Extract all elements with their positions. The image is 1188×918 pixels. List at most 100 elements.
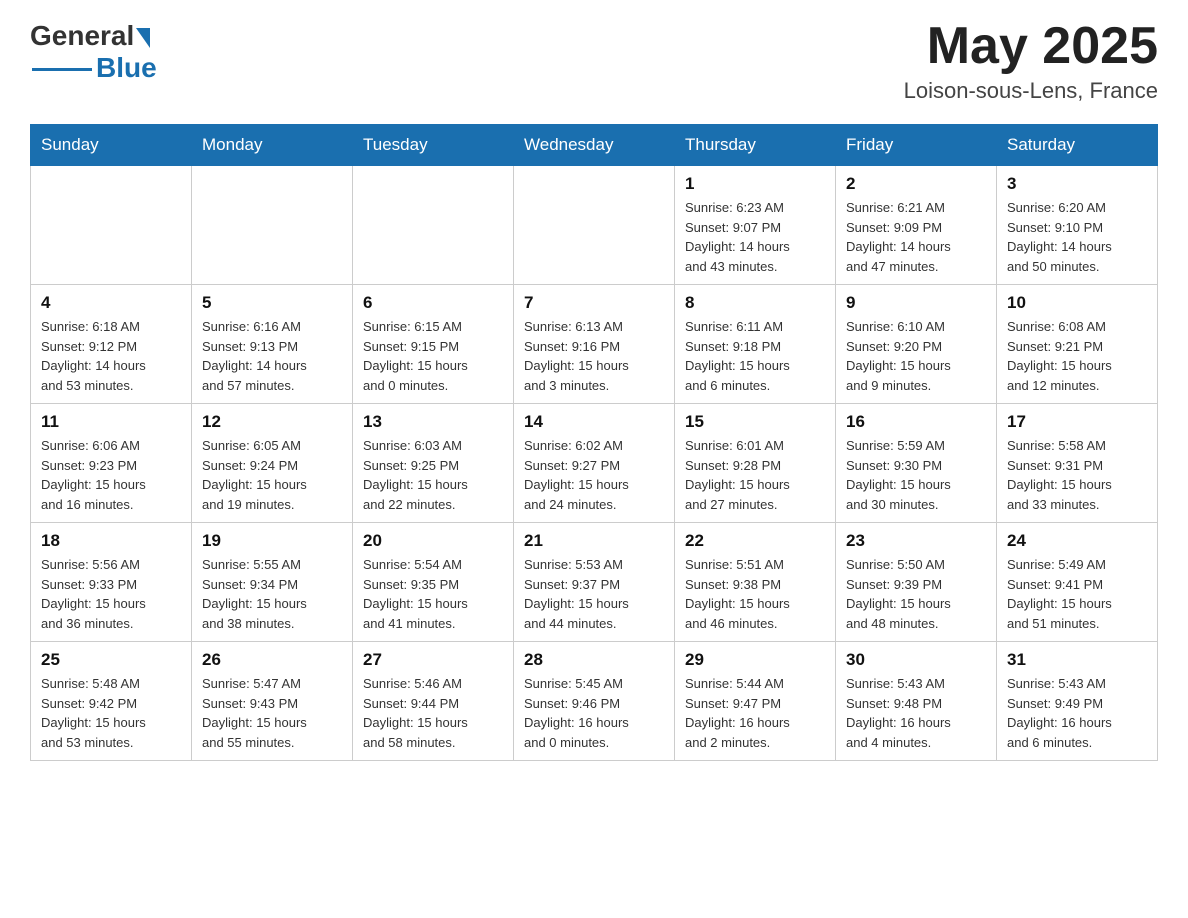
day-info: Sunrise: 5:59 AMSunset: 9:30 PMDaylight:… [846, 436, 986, 514]
day-number: 19 [202, 531, 342, 551]
week-row-5: 25 Sunrise: 5:48 AMSunset: 9:42 PMDayligh… [31, 642, 1158, 761]
logo-blue-text: Blue [96, 52, 157, 84]
day-number: 7 [524, 293, 664, 313]
day-number: 21 [524, 531, 664, 551]
day-info: Sunrise: 5:48 AMSunset: 9:42 PMDaylight:… [41, 674, 181, 752]
week-row-4: 18 Sunrise: 5:56 AMSunset: 9:33 PMDayligh… [31, 523, 1158, 642]
day-info: Sunrise: 5:44 AMSunset: 9:47 PMDaylight:… [685, 674, 825, 752]
table-cell: 19 Sunrise: 5:55 AMSunset: 9:34 PMDayligh… [192, 523, 353, 642]
table-cell: 9 Sunrise: 6:10 AMSunset: 9:20 PMDaylight… [836, 285, 997, 404]
day-number: 6 [363, 293, 503, 313]
day-number: 22 [685, 531, 825, 551]
week-row-3: 11 Sunrise: 6:06 AMSunset: 9:23 PMDayligh… [31, 404, 1158, 523]
table-cell: 6 Sunrise: 6:15 AMSunset: 9:15 PMDaylight… [353, 285, 514, 404]
table-cell: 21 Sunrise: 5:53 AMSunset: 9:37 PMDayligh… [514, 523, 675, 642]
week-row-2: 4 Sunrise: 6:18 AMSunset: 9:12 PMDaylight… [31, 285, 1158, 404]
day-info: Sunrise: 5:58 AMSunset: 9:31 PMDaylight:… [1007, 436, 1147, 514]
weekday-header-wednesday: Wednesday [514, 125, 675, 166]
day-number: 25 [41, 650, 181, 670]
day-info: Sunrise: 6:08 AMSunset: 9:21 PMDaylight:… [1007, 317, 1147, 395]
day-number: 4 [41, 293, 181, 313]
day-info: Sunrise: 5:53 AMSunset: 9:37 PMDaylight:… [524, 555, 664, 633]
table-cell: 15 Sunrise: 6:01 AMSunset: 9:28 PMDayligh… [675, 404, 836, 523]
day-number: 27 [363, 650, 503, 670]
table-cell: 29 Sunrise: 5:44 AMSunset: 9:47 PMDayligh… [675, 642, 836, 761]
table-cell: 23Sunrise: 5:50 AMSunset: 9:39 PMDayligh… [836, 523, 997, 642]
day-number: 26 [202, 650, 342, 670]
table-cell: 12Sunrise: 6:05 AMSunset: 9:24 PMDayligh… [192, 404, 353, 523]
day-info: Sunrise: 6:06 AMSunset: 9:23 PMDaylight:… [41, 436, 181, 514]
weekday-header-thursday: Thursday [675, 125, 836, 166]
table-cell: 26 Sunrise: 5:47 AMSunset: 9:43 PMDayligh… [192, 642, 353, 761]
table-cell [353, 166, 514, 285]
day-number: 29 [685, 650, 825, 670]
day-info: Sunrise: 6:20 AMSunset: 9:10 PMDaylight:… [1007, 198, 1147, 276]
table-cell: 20 Sunrise: 5:54 AMSunset: 9:35 PMDayligh… [353, 523, 514, 642]
day-number: 15 [685, 412, 825, 432]
day-number: 9 [846, 293, 986, 313]
title-block: May 2025 Loison-sous-Lens, France [904, 20, 1158, 104]
day-info: Sunrise: 5:56 AMSunset: 9:33 PMDaylight:… [41, 555, 181, 633]
day-number: 28 [524, 650, 664, 670]
table-cell [514, 166, 675, 285]
day-info: Sunrise: 6:02 AMSunset: 9:27 PMDaylight:… [524, 436, 664, 514]
day-number: 31 [1007, 650, 1147, 670]
table-cell: 13 Sunrise: 6:03 AMSunset: 9:25 PMDayligh… [353, 404, 514, 523]
day-info: Sunrise: 5:51 AMSunset: 9:38 PMDaylight:… [685, 555, 825, 633]
day-info: Sunrise: 5:45 AMSunset: 9:46 PMDaylight:… [524, 674, 664, 752]
day-info: Sunrise: 6:10 AMSunset: 9:20 PMDaylight:… [846, 317, 986, 395]
day-info: Sunrise: 6:21 AMSunset: 9:09 PMDaylight:… [846, 198, 986, 276]
day-number: 23 [846, 531, 986, 551]
logo-line [32, 68, 92, 71]
location-title: Loison-sous-Lens, France [904, 78, 1158, 104]
table-cell: 11 Sunrise: 6:06 AMSunset: 9:23 PMDayligh… [31, 404, 192, 523]
table-cell: 22 Sunrise: 5:51 AMSunset: 9:38 PMDayligh… [675, 523, 836, 642]
day-number: 12 [202, 412, 342, 432]
table-cell: 28 Sunrise: 5:45 AMSunset: 9:46 PMDayligh… [514, 642, 675, 761]
day-info: Sunrise: 6:03 AMSunset: 9:25 PMDaylight:… [363, 436, 503, 514]
weekday-header-row: SundayMondayTuesdayWednesdayThursdayFrid… [31, 125, 1158, 166]
page-header: General Blue May 2025 Loison-sous-Lens, … [30, 20, 1158, 104]
table-cell: 17 Sunrise: 5:58 AMSunset: 9:31 PMDayligh… [997, 404, 1158, 523]
day-info: Sunrise: 5:43 AMSunset: 9:49 PMDaylight:… [1007, 674, 1147, 752]
day-info: Sunrise: 6:23 AMSunset: 9:07 PMDaylight:… [685, 198, 825, 276]
day-number: 5 [202, 293, 342, 313]
day-info: Sunrise: 5:47 AMSunset: 9:43 PMDaylight:… [202, 674, 342, 752]
table-cell: 2 Sunrise: 6:21 AMSunset: 9:09 PMDaylight… [836, 166, 997, 285]
table-cell [31, 166, 192, 285]
logo: General Blue [30, 20, 157, 84]
day-info: Sunrise: 6:13 AMSunset: 9:16 PMDaylight:… [524, 317, 664, 395]
day-info: Sunrise: 6:18 AMSunset: 9:12 PMDaylight:… [41, 317, 181, 395]
table-cell: 10Sunrise: 6:08 AMSunset: 9:21 PMDayligh… [997, 285, 1158, 404]
weekday-header-friday: Friday [836, 125, 997, 166]
table-cell: 8Sunrise: 6:11 AMSunset: 9:18 PMDaylight… [675, 285, 836, 404]
day-info: Sunrise: 6:11 AMSunset: 9:18 PMDaylight:… [685, 317, 825, 395]
day-number: 1 [685, 174, 825, 194]
weekday-header-monday: Monday [192, 125, 353, 166]
day-number: 30 [846, 650, 986, 670]
logo-triangle-icon [136, 28, 150, 48]
day-info: Sunrise: 6:01 AMSunset: 9:28 PMDaylight:… [685, 436, 825, 514]
day-info: Sunrise: 5:54 AMSunset: 9:35 PMDaylight:… [363, 555, 503, 633]
day-info: Sunrise: 5:55 AMSunset: 9:34 PMDaylight:… [202, 555, 342, 633]
table-cell: 27Sunrise: 5:46 AMSunset: 9:44 PMDayligh… [353, 642, 514, 761]
week-row-1: 1 Sunrise: 6:23 AMSunset: 9:07 PMDaylight… [31, 166, 1158, 285]
calendar-table: SundayMondayTuesdayWednesdayThursdayFrid… [30, 124, 1158, 761]
logo-general-text: General [30, 20, 134, 52]
table-cell [192, 166, 353, 285]
table-cell: 25 Sunrise: 5:48 AMSunset: 9:42 PMDayligh… [31, 642, 192, 761]
day-number: 13 [363, 412, 503, 432]
day-info: Sunrise: 5:49 AMSunset: 9:41 PMDaylight:… [1007, 555, 1147, 633]
day-number: 2 [846, 174, 986, 194]
day-number: 17 [1007, 412, 1147, 432]
table-cell: 7 Sunrise: 6:13 AMSunset: 9:16 PMDaylight… [514, 285, 675, 404]
table-cell: 14Sunrise: 6:02 AMSunset: 9:27 PMDayligh… [514, 404, 675, 523]
month-title: May 2025 [904, 20, 1158, 72]
day-number: 11 [41, 412, 181, 432]
table-cell: 31 Sunrise: 5:43 AMSunset: 9:49 PMDayligh… [997, 642, 1158, 761]
table-cell: 18 Sunrise: 5:56 AMSunset: 9:33 PMDayligh… [31, 523, 192, 642]
day-number: 18 [41, 531, 181, 551]
day-info: Sunrise: 6:15 AMSunset: 9:15 PMDaylight:… [363, 317, 503, 395]
table-cell: 1 Sunrise: 6:23 AMSunset: 9:07 PMDaylight… [675, 166, 836, 285]
day-number: 20 [363, 531, 503, 551]
